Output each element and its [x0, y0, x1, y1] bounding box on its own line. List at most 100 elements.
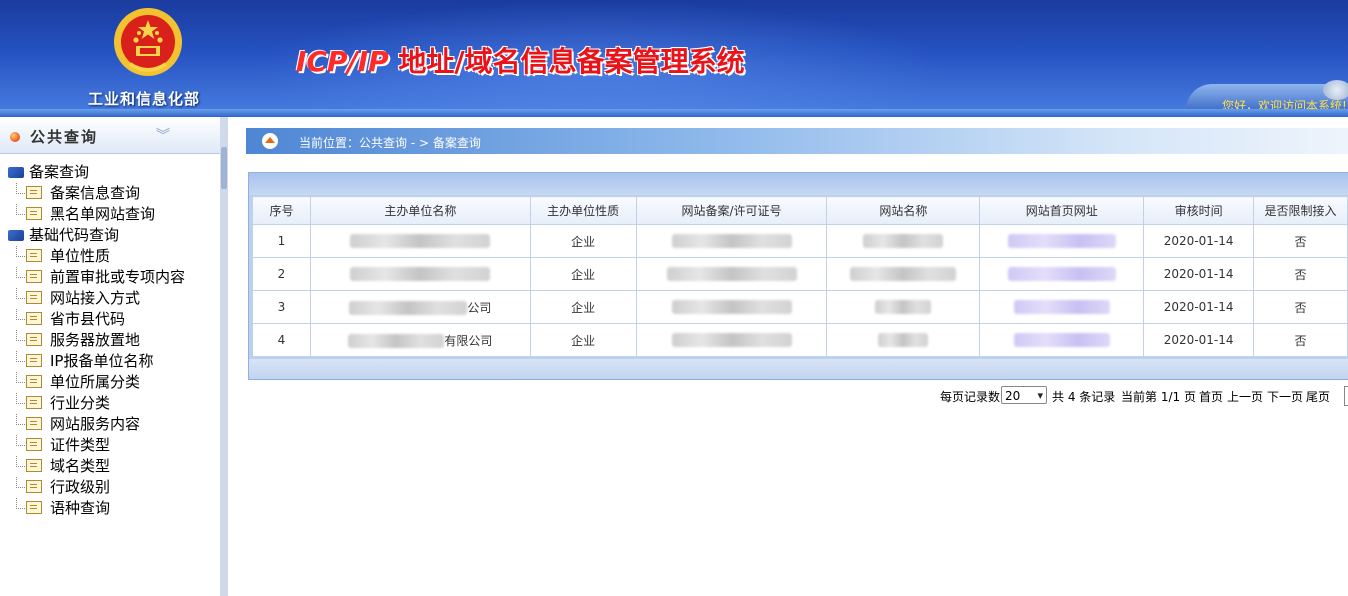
- tree-branch-icon: [16, 393, 25, 404]
- redacted-org: [349, 301, 468, 315]
- edit-doc-icon: [26, 186, 42, 199]
- sidebar-header: 公共查询 ︾: [0, 117, 220, 154]
- cell-restrict: 否: [1253, 290, 1348, 324]
- tree-item-label: 省市县代码: [50, 310, 126, 328]
- redacted-site-name: [863, 234, 944, 249]
- cell-url[interactable]: [979, 290, 1145, 324]
- tree-branch-icon: [16, 351, 25, 362]
- prev-page-link[interactable]: 上一页: [1227, 388, 1263, 405]
- cell-date: 2020-01-14: [1143, 257, 1255, 291]
- next-page-link[interactable]: 下一页: [1267, 388, 1303, 405]
- redacted-site-name: [875, 300, 932, 315]
- tree-branch-icon: [16, 498, 25, 509]
- tree-item-label: 语种查询: [50, 499, 111, 517]
- tree-branch-icon: [16, 477, 25, 488]
- cell-site-name: [826, 323, 981, 357]
- folder-icon: [8, 167, 24, 178]
- tree-branch-icon: [16, 267, 25, 278]
- edit-doc-icon: [26, 291, 42, 304]
- tree-item-label: 网站接入方式: [50, 289, 141, 307]
- edit-doc-icon: [26, 270, 42, 283]
- table-row[interactable]: 2 企业 2020-01-14 否: [252, 257, 1348, 291]
- folder-icon: [8, 230, 24, 241]
- tree-item-label: 前置审批或专项内容: [50, 268, 186, 286]
- tree-item-label: 行政级别: [50, 478, 111, 496]
- first-page-link[interactable]: 首页: [1199, 388, 1223, 405]
- cell-url[interactable]: [979, 323, 1145, 357]
- tree-node-label: 备案查询: [29, 163, 90, 181]
- redacted-org: [348, 334, 445, 348]
- per-page-select[interactable]: 20: [1001, 386, 1047, 405]
- redacted-url-link[interactable]: [1013, 300, 1110, 315]
- redacted-url-link[interactable]: [1007, 267, 1116, 282]
- tree-item-label: 备案信息查询: [50, 184, 141, 202]
- tree-item-language-query[interactable]: 语种查询: [16, 498, 110, 519]
- cell-url[interactable]: [979, 224, 1145, 258]
- sidebar-title: 公共查询: [30, 128, 99, 146]
- cell-restrict: 否: [1253, 224, 1348, 258]
- tree-item-filing-info-query[interactable]: 备案信息查询: [16, 183, 140, 204]
- cell-org: 公司: [309, 290, 531, 324]
- tree-item-region-code[interactable]: 省市县代码: [16, 309, 125, 330]
- cell-org-text: 有限公司: [444, 333, 493, 348]
- cell-no: 2: [252, 257, 311, 291]
- tree-item-server-location[interactable]: 服务器放置地: [16, 330, 140, 351]
- app-header: 工业和信息化部 ICP/IP 地址/域名信息备案管理系统 您好，欢迎访问本系统!: [0, 0, 1348, 117]
- tree-item-blacklist-query[interactable]: 黑名单网站查询: [16, 204, 155, 225]
- col-header-license: 网站备案/许可证号: [635, 196, 828, 225]
- tree-item-unit-nature[interactable]: 单位性质: [16, 246, 110, 267]
- table-header-row: 序号 主办单位名称 主办单位性质 网站备案/许可证号 网站名称 网站首页网址 审…: [252, 196, 1348, 225]
- tree-item-label: 服务器放置地: [50, 331, 141, 349]
- cell-site-name: [826, 224, 981, 258]
- table-row[interactable]: 3 公司 企业 2020-01-14 否: [252, 290, 1348, 324]
- tree-item-id-type[interactable]: 证件类型: [16, 435, 110, 456]
- tree-node-base-code-query[interactable]: 基础代码查询: [8, 225, 119, 246]
- tree-node-filing-query[interactable]: 备案查询: [8, 162, 89, 183]
- col-header-site-name: 网站名称: [826, 196, 981, 225]
- tree-item-label: 单位所属分类: [50, 373, 141, 391]
- col-header-org: 主办单位名称: [309, 196, 531, 225]
- cell-org: [309, 224, 531, 258]
- edit-doc-icon: [26, 459, 42, 472]
- edit-doc-icon: [26, 333, 42, 346]
- edit-doc-icon: [26, 375, 42, 388]
- system-title: ICP/IP 地址/域名信息备案管理系统: [296, 40, 745, 80]
- tree-item-domain-type[interactable]: 域名类型: [16, 456, 110, 477]
- collapse-chevron-icon[interactable]: ︾: [156, 125, 170, 145]
- tree-item-service-content[interactable]: 网站服务内容: [16, 414, 140, 435]
- tree-node-label: 基础代码查询: [29, 226, 120, 244]
- cell-nature: 企业: [529, 290, 637, 324]
- per-page-value: 20: [1005, 389, 1021, 403]
- tree-item-ip-unit-name[interactable]: IP报备单位名称: [16, 351, 153, 372]
- tree-branch-icon: [16, 435, 25, 446]
- sidebar-splitter[interactable]: [220, 117, 228, 596]
- system-title-latin: ICP/IP: [296, 45, 389, 78]
- table-row[interactable]: 4 有限公司 企业 2020-01-14 否: [252, 323, 1348, 357]
- redacted-url-link[interactable]: [1007, 234, 1116, 249]
- breadcrumb: 当前位置：公共查询 - > 备案查询: [246, 128, 1348, 154]
- cell-url[interactable]: [979, 257, 1145, 291]
- splitter-grip-icon[interactable]: [221, 147, 227, 189]
- cell-restrict: 否: [1253, 257, 1348, 291]
- table-row[interactable]: 1 企业 2020-01-14 否: [252, 224, 1348, 258]
- tree-item-industry[interactable]: 行业分类: [16, 393, 110, 414]
- tree-item-label: 行业分类: [50, 394, 111, 412]
- tree-item-admin-level[interactable]: 行政级别: [16, 477, 110, 498]
- cell-nature: 企业: [529, 257, 637, 291]
- tree-item-pre-approval[interactable]: 前置审批或专项内容: [16, 267, 185, 288]
- edit-doc-icon: [26, 354, 42, 367]
- redacted-site-name: [878, 333, 929, 348]
- pagination: 每页记录数 20 共 4 条记录 当前第 1/1 页 首页 上一页 下一页 尾页: [940, 386, 1348, 406]
- home-icon[interactable]: [262, 133, 278, 149]
- page-jump-input[interactable]: [1344, 386, 1348, 406]
- last-page-link[interactable]: 尾页: [1306, 388, 1330, 405]
- redacted-license: [671, 234, 792, 249]
- tree-item-unit-category[interactable]: 单位所属分类: [16, 372, 140, 393]
- redacted-url-link[interactable]: [1013, 333, 1110, 348]
- cell-site-name: [826, 257, 981, 291]
- col-header-url: 网站首页网址: [979, 196, 1145, 225]
- cell-no: 1: [252, 224, 311, 258]
- tree-item-label: 单位性质: [50, 247, 111, 265]
- tree-branch-icon: [16, 456, 25, 467]
- tree-item-access-method[interactable]: 网站接入方式: [16, 288, 140, 309]
